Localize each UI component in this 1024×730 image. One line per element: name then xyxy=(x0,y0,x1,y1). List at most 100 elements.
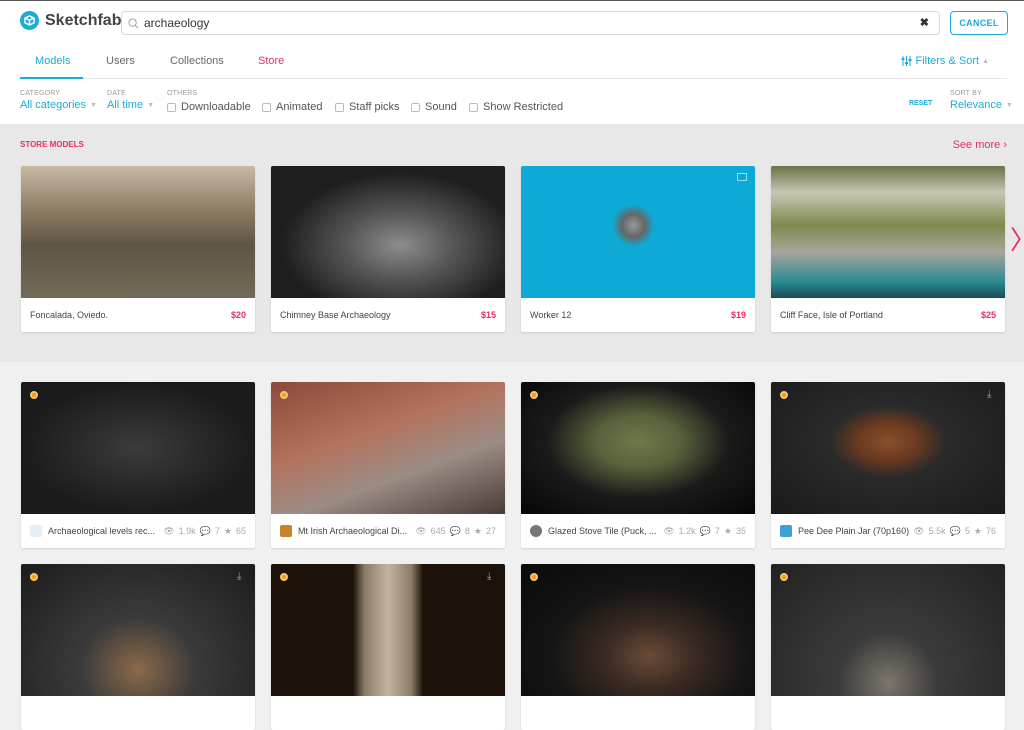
category-value[interactable]: All categories xyxy=(20,99,86,111)
carousel-next-icon[interactable]: 〉 xyxy=(1010,220,1024,257)
model-name[interactable]: Chimney Base Archaeology xyxy=(280,310,481,320)
checkbox-box[interactable] xyxy=(167,102,176,112)
views-icon: 👁 xyxy=(663,525,675,536)
model-name[interactable]: Foncalada, Oviedo. xyxy=(30,310,231,320)
tab-users[interactable]: Users xyxy=(106,55,135,67)
views-count: 645 xyxy=(430,526,446,536)
staff-pick-badge-icon xyxy=(30,573,38,581)
likes-count: 76 xyxy=(985,526,996,536)
store-models-section: STORE MODELS See more › Foncalada, Ovied… xyxy=(0,125,1024,362)
checkbox-show-restricted[interactable]: Show Restricted xyxy=(469,101,563,113)
comments-count: 7 xyxy=(214,526,220,536)
category-filter[interactable]: CATEGORY All categories ▼ xyxy=(20,90,97,111)
likes-count: 27 xyxy=(485,526,496,536)
model-thumbnail[interactable] xyxy=(521,166,755,298)
author-avatar[interactable] xyxy=(530,525,542,537)
date-value[interactable]: All time xyxy=(107,99,143,111)
model-thumbnail[interactable] xyxy=(771,564,1005,696)
views-icon: 👁 xyxy=(913,525,925,536)
model-card[interactable] xyxy=(521,564,755,730)
store-card[interactable]: Chimney Base Archaeology $15 xyxy=(271,166,505,332)
model-thumbnail[interactable] xyxy=(271,564,505,696)
checkbox-box[interactable] xyxy=(469,102,478,112)
model-thumbnail[interactable] xyxy=(21,564,255,696)
likes-icon[interactable]: ★ xyxy=(474,526,482,537)
tab-store[interactable]: Store xyxy=(258,55,284,67)
animated-film-icon xyxy=(737,173,747,181)
model-thumbnail[interactable] xyxy=(21,166,255,298)
checkbox-box[interactable] xyxy=(262,102,271,112)
sketchfab-logo[interactable]: Sketchfab xyxy=(20,11,121,30)
checkbox-label: Downloadable xyxy=(181,101,251,113)
model-price: $25 xyxy=(980,310,996,320)
author-avatar[interactable] xyxy=(780,525,792,537)
checkbox-sound[interactable]: Sound xyxy=(411,101,457,113)
model-thumbnail[interactable] xyxy=(271,382,505,514)
model-card[interactable] xyxy=(771,564,1005,730)
staff-pick-badge-icon xyxy=(780,573,788,581)
checkbox-staff-picks[interactable]: Staff picks xyxy=(335,101,400,113)
top-bar: Sketchfab ✖ CANCEL Models Users Collecti… xyxy=(0,0,1024,125)
see-more-link[interactable]: See more › xyxy=(953,139,1007,151)
checkbox-box[interactable] xyxy=(335,102,344,112)
model-name[interactable]: Archaeological levels rec... xyxy=(48,526,163,536)
staff-pick-badge-icon xyxy=(280,391,288,399)
checkbox-label: Show Restricted xyxy=(483,101,564,113)
store-card[interactable]: Worker 12 $19 xyxy=(521,166,755,332)
tab-models[interactable]: Models xyxy=(35,55,70,67)
model-card[interactable]: ⤓ xyxy=(21,564,255,730)
comments-icon: 💬 xyxy=(699,525,711,536)
download-icon[interactable]: ⤓ xyxy=(987,389,997,400)
likes-icon[interactable]: ★ xyxy=(224,526,232,537)
likes-icon[interactable]: ★ xyxy=(974,526,982,537)
author-avatar[interactable] xyxy=(30,525,42,537)
active-tab-indicator xyxy=(20,77,83,79)
staff-pick-badge-icon xyxy=(530,573,538,581)
section-title: STORE MODELS xyxy=(20,140,84,149)
checkbox-box[interactable] xyxy=(411,102,420,112)
sort-value[interactable]: Relevance xyxy=(950,99,1002,111)
cancel-button[interactable]: CANCEL xyxy=(950,11,1008,35)
likes-icon[interactable]: ★ xyxy=(724,526,732,537)
sort-by[interactable]: SORT BY Relevance ▼ xyxy=(950,90,1013,111)
model-card[interactable]: ⤓ Pee Dee Plain Jar (70p160) 👁 5.5k 💬 5 ★ 76 xyxy=(771,382,1005,548)
model-name[interactable]: Mt Irish Archaeological Di... xyxy=(298,526,415,536)
comments-icon: 💬 xyxy=(449,525,461,536)
views-icon: 👁 xyxy=(163,525,175,536)
model-name[interactable]: Worker 12 xyxy=(530,310,731,320)
checkbox-animated[interactable]: Animated xyxy=(262,101,322,113)
model-thumbnail[interactable] xyxy=(771,382,1005,514)
search-input[interactable] xyxy=(144,16,904,30)
date-filter[interactable]: DATE All time ▼ xyxy=(107,90,154,111)
model-name[interactable]: Pee Dee Plain Jar (70p160) xyxy=(798,526,913,536)
checkbox-label: Staff picks xyxy=(349,101,400,113)
model-card[interactable]: Mt Irish Archaeological Di... 👁 645 💬 8 ★ 27 xyxy=(271,382,505,548)
model-card[interactable]: Archaeological levels rec... 👁 1.9k 💬 7 ★ 65 xyxy=(21,382,255,548)
sketchfab-logo-icon xyxy=(20,11,39,30)
model-thumbnail[interactable] xyxy=(521,564,755,696)
clear-search-icon[interactable]: ✖ xyxy=(920,16,929,29)
model-name[interactable]: Cliff Face, Isle of Portland xyxy=(780,310,981,320)
model-thumbnail[interactable] xyxy=(21,382,255,514)
staff-pick-badge-icon xyxy=(780,391,788,399)
model-thumbnail[interactable] xyxy=(521,382,755,514)
model-thumbnail[interactable] xyxy=(771,166,1005,298)
model-thumbnail[interactable] xyxy=(271,166,505,298)
model-card[interactable]: Glazed Stove Tile (Puck, ... 👁 1.2k 💬 7 ★ 35 xyxy=(521,382,755,548)
download-icon[interactable]: ⤓ xyxy=(487,571,497,582)
model-name[interactable]: Glazed Stove Tile (Puck, ... xyxy=(548,526,663,536)
checkbox-downloadable[interactable]: Downloadable xyxy=(167,101,251,113)
store-card[interactable]: Cliff Face, Isle of Portland $25 xyxy=(771,166,1005,332)
search-box[interactable]: ✖ xyxy=(121,11,940,35)
chevron-down-icon: ▼ xyxy=(90,101,97,109)
filters-sort-toggle[interactable]: Filters & Sort ▲ xyxy=(901,55,989,67)
model-card[interactable]: ⤓ xyxy=(271,564,505,730)
category-label: CATEGORY xyxy=(20,90,61,97)
tab-collections[interactable]: Collections xyxy=(170,55,224,67)
store-card[interactable]: Foncalada, Oviedo. $20 xyxy=(21,166,255,332)
chevron-down-icon: ▼ xyxy=(1005,101,1013,109)
reset-button[interactable]: RESET xyxy=(909,100,932,107)
caret-up-icon: ▲ xyxy=(982,57,989,65)
author-avatar[interactable] xyxy=(280,525,292,537)
download-icon[interactable]: ⤓ xyxy=(237,571,247,582)
